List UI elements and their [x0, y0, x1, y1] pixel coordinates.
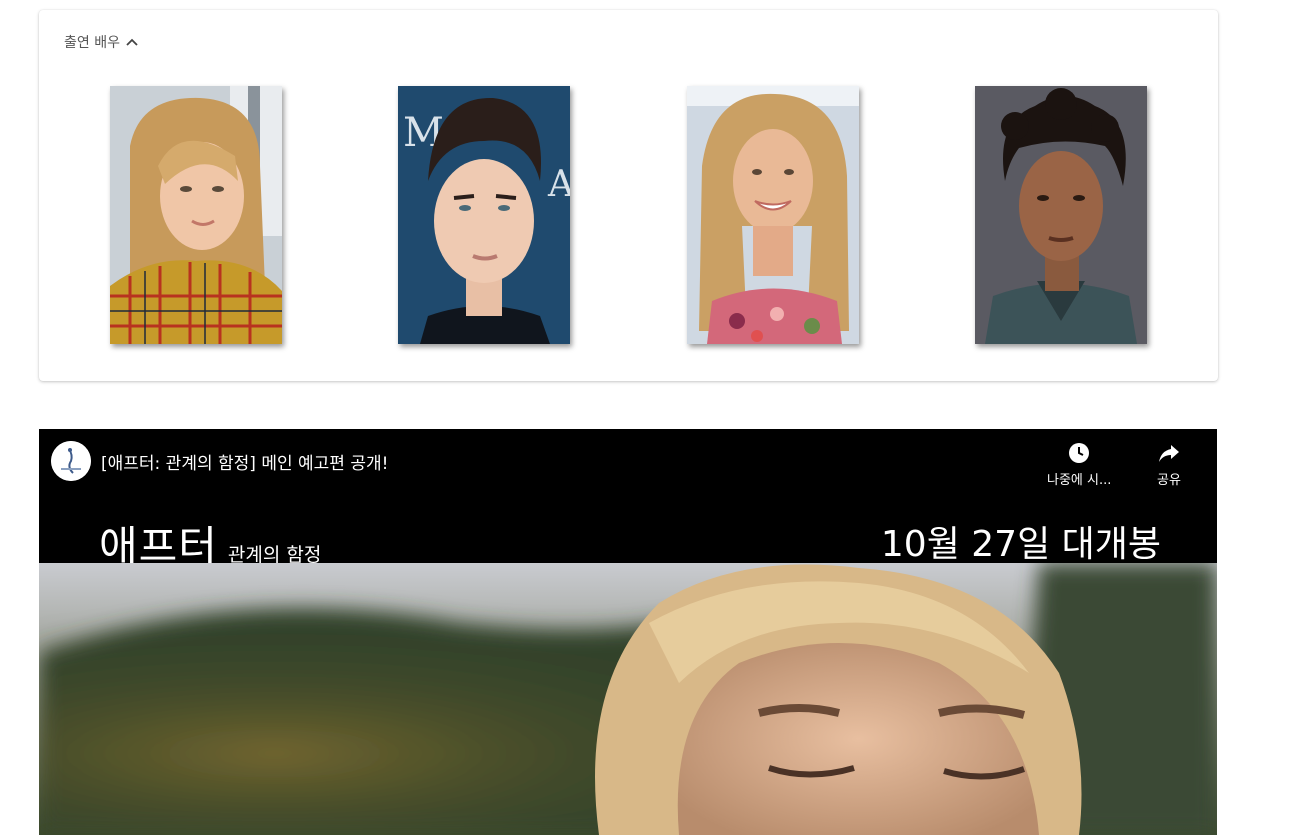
channel-logo-icon	[51, 441, 91, 481]
actor-photo-2[interactable]: M A	[398, 86, 570, 344]
video-player[interactable]: [애프터: 관계의 함정] 메인 예고편 공개! 나중에 시... 공유 애프터…	[39, 429, 1217, 835]
banner-release-date: 10월 27일 대개봉	[880, 524, 1161, 565]
actor-photo-1[interactable]	[110, 86, 282, 344]
watch-later-button[interactable]: 나중에 시...	[1047, 441, 1111, 488]
channel-avatar[interactable]	[51, 441, 91, 481]
actor-photo-4[interactable]	[975, 86, 1147, 344]
actor-photo-3[interactable]	[687, 86, 859, 344]
video-title[interactable]: [애프터: 관계의 함정] 메인 예고편 공개!	[101, 449, 388, 474]
cast-section-toggle[interactable]: 출연 배우	[64, 32, 139, 52]
chevron-up-icon	[125, 35, 139, 49]
svg-text:A: A	[547, 164, 570, 205]
clock-icon	[1069, 443, 1090, 463]
share-icon	[1159, 445, 1179, 462]
share-button[interactable]: 공유	[1157, 441, 1181, 488]
share-label: 공유	[1157, 473, 1181, 488]
cast-card: 출연 배우 M A	[39, 10, 1218, 381]
video-frame[interactable]	[39, 563, 1217, 835]
watch-later-label: 나중에 시...	[1047, 473, 1112, 488]
cast-section-label: 출연 배우	[64, 35, 120, 51]
